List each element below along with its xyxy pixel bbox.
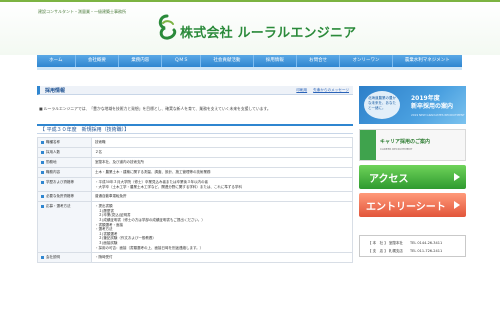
row-label: 応募・選考方法 [37, 201, 92, 254]
access-label: アクセス [369, 174, 409, 185]
row-label-text: 学歴および資格等 [46, 180, 74, 184]
main-navigation: ホーム 会社概要 業務内容 ＱＭＳ 社会貢献活動 採用情報 お問合せ オンリーワ… [37, 55, 462, 67]
row-label-text: 職務内容 [46, 170, 60, 174]
table-row: 勤務地 室蘭本社、及び道内の技術支所 [37, 157, 353, 168]
row-label: 職種名称 [37, 137, 92, 148]
row-label-text: 会社説明 [46, 255, 60, 260]
section-links: 印刷用 先輩からのメッセージ [296, 88, 349, 93]
row-label-text: 勤務地 [46, 160, 57, 164]
recruit-requirements-table: 職種名称 技術職 採用人数 ２名 勤務地 室蘭本社、及び道内の技術支所 職務内容… [37, 137, 353, 264]
career-banner-accent [360, 130, 376, 160]
row-value: ・随時受付 [91, 252, 353, 264]
page-title: 採用情報 [45, 88, 66, 94]
nav-onlyone[interactable]: オンリーワン [340, 55, 393, 67]
bullet-icon [41, 150, 44, 154]
bullet-icon [41, 160, 44, 164]
contact-row: 【 支 店 】 札幌支店 [368, 249, 403, 254]
row-value: 技術職 [91, 137, 353, 148]
row-value-line: ・大学卒（土木工学・農業土木工学など、関連分野に関する学科）または、これに準ずる… [95, 184, 242, 189]
recruit-subheading: 【 平成３０年度 新規採用（技術職）】 [37, 124, 353, 134]
table-row: 必要な免許資格等 普通自動車運転免許 [37, 191, 353, 203]
nav-services[interactable]: 業務内容 [119, 55, 163, 67]
table-row: 応募・選考方法 ・提出書類 １)履歴書 ２)卒業(見込)証明書 ３)成績証明書（… [37, 201, 353, 254]
intro-text: ■ ルーラルエンジニアでは、「豊かな地域を技術力と発想」を目標とし、確実な新人を… [39, 106, 271, 111]
nav-social[interactable]: 社会貢献活動 [201, 55, 254, 67]
arrow-right-icon [454, 173, 460, 181]
new-graduate-banner[interactable]: 北海道農業の豊かな未来を、あなたと一緒に。 2019年度 新卒採用の案内 201… [359, 86, 466, 124]
banner2-title: キャリア採用のご案内 [380, 139, 431, 145]
row-label: 勤務地 [37, 157, 92, 168]
banner1-title: 2019年度 新卒採用の案内 [411, 95, 453, 111]
nav-subbar [37, 67, 462, 70]
row-value-line: 技術職 [95, 140, 106, 144]
row-value: ・平成30年３月大学院（修士）卒業見込み者または卒業後３年以内の者 ・大学卒（土… [91, 176, 353, 193]
row-value: ・提出書類 １)履歴書 ２)卒業(見込)証明書 ３)成績証明書（修士の方は学部の… [91, 201, 353, 254]
recruit-subheading-text: 【 平成３０年度 新規採用（技術職）】 [40, 127, 130, 133]
banner1-small: 2019 NEW GRADUATES RECRUITMENT [411, 113, 465, 117]
contact-office: 【 支 店 】 [368, 249, 388, 253]
logo-mark-icon [158, 14, 177, 40]
row-value: 土木・農業土木・建築に関する測量、調査、設計、施工管理等の技術業務 [91, 167, 353, 178]
row-label-text: 採用人数 [46, 150, 60, 154]
table-row: 職務内容 土木・農業土木・建築に関する測量、調査、設計、施工管理等の技術業務 [37, 167, 353, 178]
bullet-icon [41, 255, 44, 259]
access-button[interactable]: アクセス [359, 165, 466, 189]
row-label-text: 応募・選考方法 [46, 204, 71, 209]
site-header: 建設コンサルタント・測量業・一級建築士事務所 株式会社 ルーラルエンジニア [0, 0, 500, 55]
row-value: 室蘭本社、及び道内の技術支所 [91, 157, 353, 168]
table-row: 学歴および資格等 ・平成30年３月大学院（修士）卒業見込み者または卒業後３年以内… [37, 176, 353, 193]
contact-phone[interactable]: TEL 011-726-2411 [410, 249, 442, 253]
contact-city: 室蘭本社 [388, 241, 403, 245]
row-value: ２名 [91, 147, 353, 158]
row-value-line: ２名 [95, 150, 102, 154]
table-row: 会社説明 ・随時受付 [37, 252, 353, 264]
bullet-icon [41, 180, 44, 184]
row-label: 採用人数 [37, 147, 92, 158]
contact-city: 札幌支店 [388, 249, 403, 253]
arrow-right-icon [454, 201, 460, 209]
row-label-text: 職種名称 [46, 140, 60, 144]
row-value-line: 土木・農業土木・建築に関する測量、調査、設計、施工管理等の技術業務 [95, 170, 211, 174]
contact-office: 【 本 社 】 [368, 241, 388, 245]
row-label: 必要な免許資格等 [37, 191, 92, 203]
contact-phone[interactable]: TEL 0144-26-3411 [410, 241, 442, 245]
nav-qms[interactable]: ＱＭＳ [162, 55, 202, 67]
company-logo[interactable]: 株式会社 ルーラルエンジニア [156, 13, 356, 43]
section-header: 採用情報 印刷用 先輩からのメッセージ [37, 86, 353, 95]
career-recruit-banner[interactable]: キャリア採用のご案内 CAREER RECRUITMENT [359, 129, 466, 161]
row-value-line: ・随時受付 [95, 255, 113, 260]
senior-message-link[interactable]: 先輩からのメッセージ [313, 88, 349, 93]
row-label: 会社説明 [37, 252, 92, 264]
banner1-subtitle: 新卒採用の案内 [411, 103, 454, 110]
row-label: 学歴および資格等 [37, 176, 92, 193]
bullet-icon [41, 170, 44, 174]
print-link[interactable]: 印刷用 [296, 88, 307, 93]
main-content: 採用情報 印刷用 先輩からのメッセージ ■ ルーラルエンジニアでは、「豊かな地域… [37, 86, 353, 325]
header-tagline: 建設コンサルタント・測量業・一級建築士事務所 [38, 9, 126, 14]
nav-recruit[interactable]: 採用情報 [254, 55, 297, 67]
nav-home[interactable]: ホーム [37, 55, 76, 67]
bullet-icon [41, 140, 44, 144]
banner1-year: 2019年度 [411, 95, 440, 102]
table-row: 採用人数 ２名 [37, 147, 353, 158]
table-row: 職種名称 技術職 [37, 137, 353, 148]
bullet-icon [41, 194, 44, 198]
row-value: 普通自動車運転免許 [91, 191, 353, 203]
contact-row: 【 本 社 】 室蘭本社 [368, 241, 403, 246]
nav-contact[interactable]: お問合せ [297, 55, 341, 67]
bullet-icon [41, 204, 44, 208]
banner1-left-text: 北海道農業の豊かな未来を、あなたと一緒に。 [368, 96, 396, 110]
row-value-line: ・採用の可否：面接（書類選考の上、面接日時を別途連絡します。） [95, 245, 204, 250]
company-name: 株式会社 ルーラルエンジニア [180, 26, 357, 41]
row-value-line: 室蘭本社、及び道内の技術支所 [95, 160, 144, 164]
banner2-small: CAREER RECRUITMENT [380, 147, 413, 151]
row-label-text: 必要な免許資格等 [46, 194, 74, 199]
row-value-line: 普通自動車運転免許 [95, 194, 127, 199]
nav-water-management[interactable]: 農業水利マネジメント [393, 55, 462, 67]
nav-company[interactable]: 会社概要 [76, 55, 120, 67]
contact-box: 【 本 社 】 室蘭本社 TEL 0144-26-3411 【 支 店 】 札幌… [359, 235, 466, 257]
entry-sheet-label: エントリーシート [366, 202, 446, 213]
entry-sheet-button[interactable]: エントリーシート [359, 193, 466, 217]
row-label: 職務内容 [37, 167, 92, 178]
